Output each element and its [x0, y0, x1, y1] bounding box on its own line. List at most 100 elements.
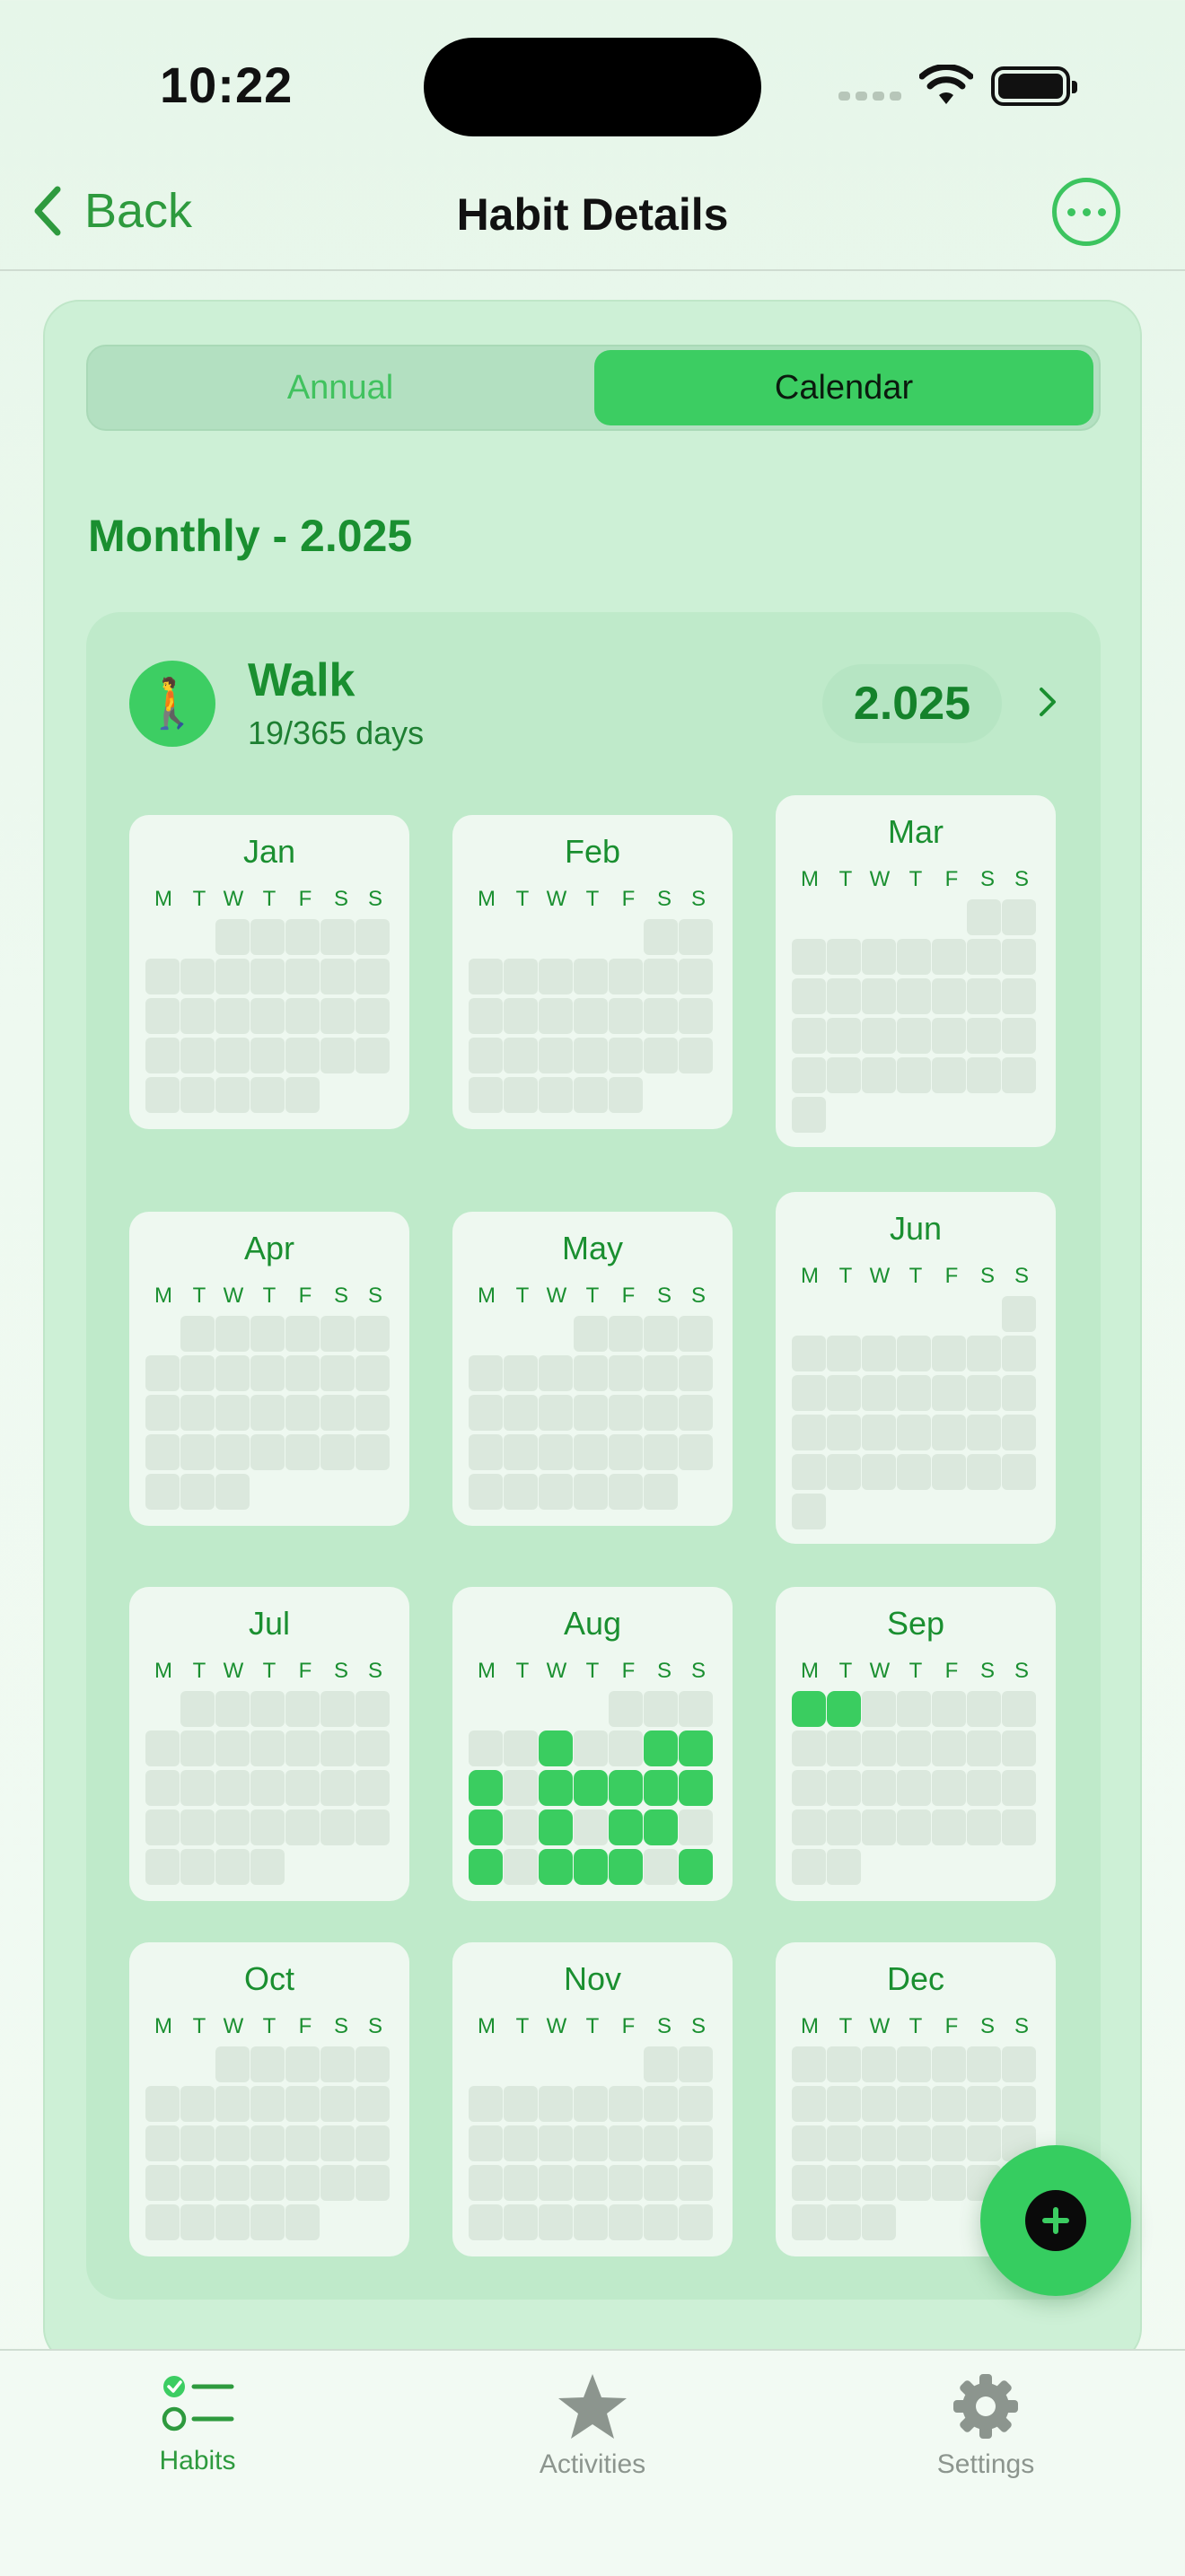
day-cell[interactable]: [792, 1494, 826, 1529]
day-cell[interactable]: [1002, 1296, 1036, 1332]
day-cell[interactable]: [215, 1474, 250, 1510]
day-cell[interactable]: [679, 1809, 713, 1845]
day-cell[interactable]: [792, 1375, 826, 1411]
day-cell[interactable]: [469, 2125, 503, 2161]
day-cell[interactable]: [967, 1770, 1001, 1806]
day-cell[interactable]: [250, 1691, 285, 1727]
day-cell[interactable]: [862, 1454, 896, 1490]
day-cell[interactable]: [215, 1691, 250, 1727]
day-cell[interactable]: [862, 2086, 896, 2122]
day-cell[interactable]: [967, 2125, 1001, 2161]
day-cell[interactable]: [180, 1691, 215, 1727]
day-cell[interactable]: [250, 998, 285, 1034]
day-cell[interactable]: [862, 1415, 896, 1450]
day-cell[interactable]: [180, 1770, 215, 1806]
day-cell[interactable]: [897, 2086, 931, 2122]
day-cell[interactable]: [320, 1434, 355, 1470]
day-cell[interactable]: [574, 1316, 608, 1352]
day-cell[interactable]: [320, 2086, 355, 2122]
day-cell[interactable]: [967, 1336, 1001, 1371]
day-cell[interactable]: [967, 2046, 1001, 2082]
day-cell[interactable]: [967, 1375, 1001, 1411]
day-cell[interactable]: [215, 1434, 250, 1470]
day-cell[interactable]: [145, 1077, 180, 1113]
day-cell[interactable]: [897, 2165, 931, 2201]
day-cell[interactable]: [145, 1474, 180, 1510]
day-cell[interactable]: [180, 1809, 215, 1845]
day-cell[interactable]: [862, 978, 896, 1014]
day-cell[interactable]: [180, 2086, 215, 2122]
day-cell[interactable]: [932, 1770, 966, 1806]
day-cell[interactable]: [285, 2165, 320, 2201]
day-cell[interactable]: [792, 1849, 826, 1885]
day-cell[interactable]: [469, 1474, 503, 1510]
day-cell[interactable]: [827, 2125, 861, 2161]
day-cell[interactable]: [250, 2165, 285, 2201]
day-cell[interactable]: [215, 1077, 250, 1113]
day-cell[interactable]: [145, 1809, 180, 1845]
day-cell-completed[interactable]: [827, 1691, 861, 1727]
day-cell[interactable]: [356, 2125, 390, 2161]
day-cell-completed[interactable]: [679, 1849, 713, 1885]
day-cell[interactable]: [285, 998, 320, 1034]
day-cell[interactable]: [932, 1375, 966, 1411]
day-cell[interactable]: [574, 1355, 608, 1391]
day-cell[interactable]: [609, 2125, 643, 2161]
day-cell[interactable]: [320, 2046, 355, 2082]
day-cell[interactable]: [862, 1018, 896, 1054]
day-cell[interactable]: [320, 919, 355, 955]
day-cell[interactable]: [504, 959, 538, 994]
day-cell[interactable]: [967, 1454, 1001, 1490]
day-cell[interactable]: [504, 1849, 538, 1885]
day-cell[interactable]: [932, 1809, 966, 1845]
day-cell[interactable]: [967, 1057, 1001, 1093]
day-cell[interactable]: [215, 1809, 250, 1845]
day-cell[interactable]: [862, 1770, 896, 1806]
day-cell[interactable]: [469, 959, 503, 994]
day-cell[interactable]: [469, 2165, 503, 2201]
day-cell[interactable]: [827, 1415, 861, 1450]
day-cell[interactable]: [539, 2125, 573, 2161]
day-cell[interactable]: [644, 959, 678, 994]
day-cell[interactable]: [320, 1038, 355, 1073]
day-cell[interactable]: [285, 919, 320, 955]
day-cell[interactable]: [609, 2165, 643, 2201]
day-cell[interactable]: [504, 1809, 538, 1845]
day-cell[interactable]: [320, 1691, 355, 1727]
day-cell[interactable]: [679, 2125, 713, 2161]
day-cell[interactable]: [967, 1809, 1001, 1845]
day-cell[interactable]: [792, 1097, 826, 1133]
day-cell[interactable]: [679, 1395, 713, 1431]
day-cell[interactable]: [792, 1415, 826, 1450]
day-cell[interactable]: [285, 1316, 320, 1352]
day-cell[interactable]: [792, 2165, 826, 2201]
day-cell[interactable]: [644, 1691, 678, 1727]
day-cell[interactable]: [469, 2204, 503, 2240]
day-cell[interactable]: [215, 919, 250, 955]
day-cell[interactable]: [932, 1454, 966, 1490]
day-cell[interactable]: [644, 1038, 678, 1073]
day-cell[interactable]: [285, 959, 320, 994]
day-cell-completed[interactable]: [609, 1770, 643, 1806]
day-cell[interactable]: [609, 1474, 643, 1510]
day-cell[interactable]: [504, 1474, 538, 1510]
day-cell[interactable]: [897, 2046, 931, 2082]
day-cell[interactable]: [250, 1316, 285, 1352]
day-cell-completed[interactable]: [539, 1849, 573, 1885]
day-cell[interactable]: [356, 2086, 390, 2122]
day-cell[interactable]: [180, 1730, 215, 1766]
day-cell[interactable]: [320, 2165, 355, 2201]
day-cell[interactable]: [180, 2204, 215, 2240]
day-cell[interactable]: [897, 978, 931, 1014]
day-cell[interactable]: [180, 1395, 215, 1431]
day-cell[interactable]: [679, 1355, 713, 1391]
day-cell[interactable]: [932, 1691, 966, 1727]
day-cell[interactable]: [574, 1474, 608, 1510]
day-cell[interactable]: [644, 1395, 678, 1431]
year-selector[interactable]: 2.025: [822, 664, 1002, 743]
day-cell[interactable]: [215, 998, 250, 1034]
day-cell[interactable]: [215, 1730, 250, 1766]
day-cell[interactable]: [285, 2046, 320, 2082]
day-cell[interactable]: [145, 1355, 180, 1391]
day-cell[interactable]: [539, 1434, 573, 1470]
